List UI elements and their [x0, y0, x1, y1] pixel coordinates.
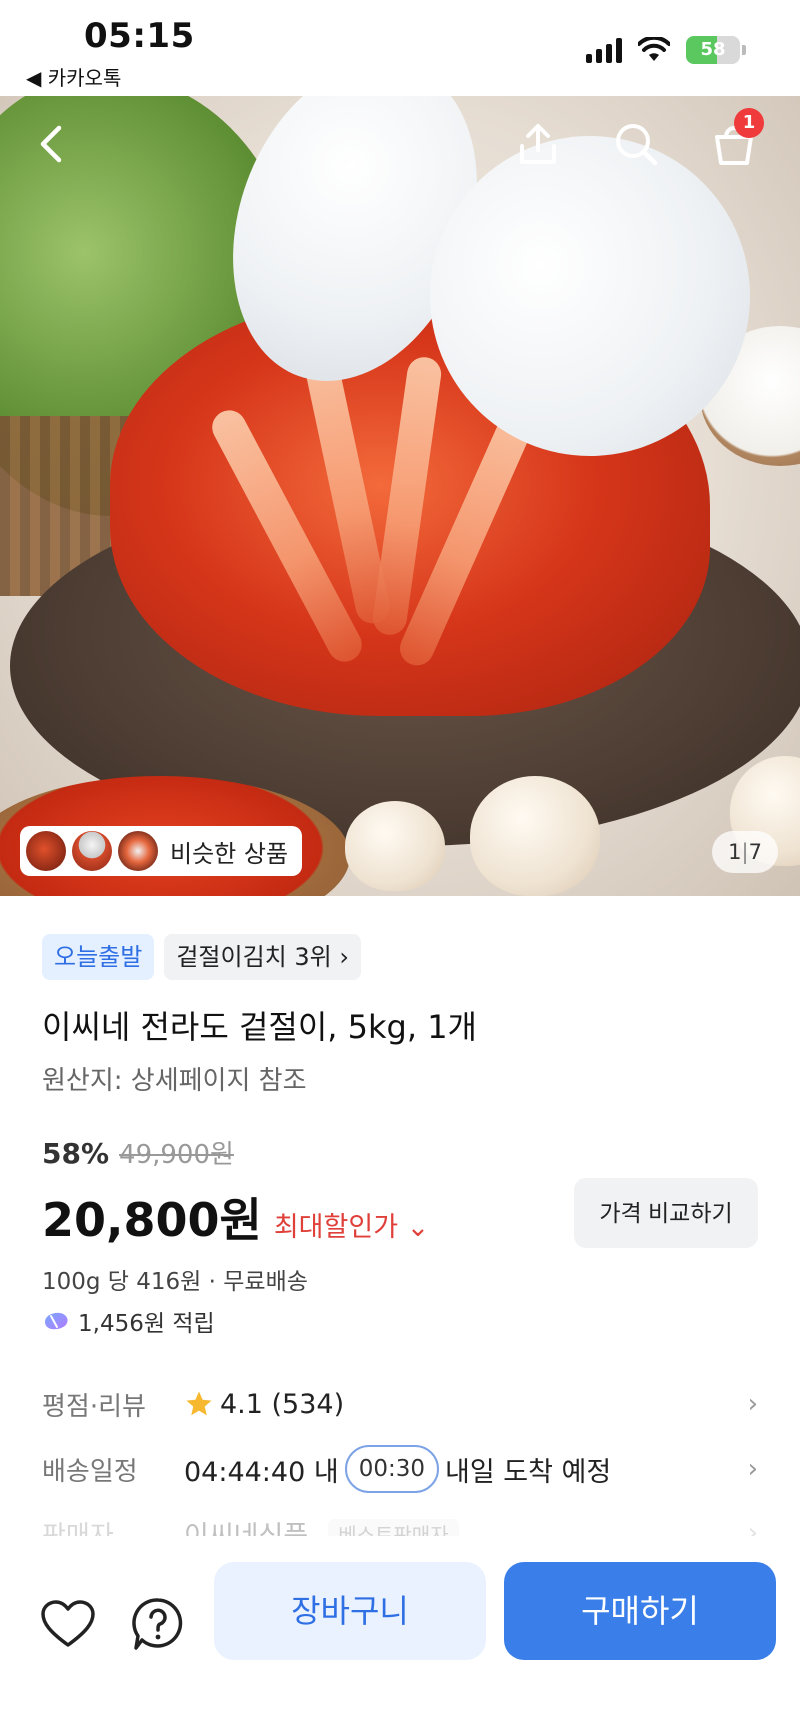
total-pages: 7: [748, 840, 762, 864]
similar-thumb: [72, 831, 112, 871]
battery-tip: [742, 45, 746, 55]
signal-icon: [586, 37, 622, 63]
discount-rate: 58%: [42, 1137, 110, 1170]
product-image[interactable]: 1 비슷한 상품 1|7: [0, 96, 800, 896]
garlic-illustration: [345, 801, 445, 891]
share-icon: [520, 124, 556, 164]
chevron-right-icon: ›: [747, 1389, 758, 1419]
page-separator: |: [741, 840, 749, 864]
cart-count-badge: 1: [734, 108, 764, 138]
rating-label: 평점·리뷰: [42, 1391, 146, 1422]
similar-products-label: 비슷한 상품: [170, 839, 289, 868]
share-button[interactable]: [510, 116, 566, 172]
original-price: 49,900원: [119, 1140, 234, 1170]
status-time: 05:15: [84, 16, 195, 56]
similar-thumb: [118, 831, 158, 871]
status-bar: 05:15 ◀ 카카오톡 58: [0, 0, 800, 96]
chevron-left-icon: [40, 125, 62, 163]
help-button[interactable]: [128, 1594, 188, 1654]
status-icons: 58: [586, 36, 746, 64]
points-icon: [45, 1312, 68, 1330]
product-origin: 원산지: 상세페이지 참조: [42, 1066, 307, 1096]
search-icon: [616, 124, 658, 166]
product-tags: 오늘출발 겉절이김치 3위 ›: [42, 934, 361, 980]
max-discount-dropdown[interactable]: 최대할인가 ⌄: [274, 1205, 429, 1244]
similar-products-button[interactable]: 비슷한 상품: [20, 826, 303, 876]
discount-row: 58% 49,900원: [42, 1134, 234, 1171]
ranking-tag[interactable]: 겉절이김치 3위 ›: [164, 934, 361, 980]
garlic-illustration: [470, 776, 600, 896]
sale-price: 20,800원: [42, 1193, 262, 1247]
bottom-action-bar: 장바구니 구매하기: [0, 1536, 800, 1731]
chevron-right-icon: ›: [747, 1454, 758, 1484]
compare-price-button[interactable]: 가격 비교하기: [574, 1178, 758, 1248]
similar-thumb: [26, 831, 66, 871]
cart-header-button[interactable]: 1: [706, 108, 764, 172]
back-to-app-link[interactable]: ◀ 카카오톡: [26, 62, 121, 91]
wifi-icon: [638, 37, 670, 63]
image-page-indicator: 1|7: [712, 831, 778, 873]
price-row: 20,800원 최대할인가 ⌄: [42, 1184, 429, 1250]
add-to-cart-button[interactable]: 장바구니: [214, 1562, 486, 1660]
battery-level: 58: [700, 39, 726, 60]
delivery-schedule-row[interactable]: 배송일정 04:44:40 내 00:30 내일 도착 예정 ›: [42, 1444, 758, 1494]
current-page: 1: [728, 840, 742, 864]
delivery-value-group: 04:44:40 내 00:30 내일 도착 예정: [184, 1445, 748, 1493]
rating-value: 4.1 (534): [220, 1388, 345, 1420]
delivery-arrival: 내일 도착 예정: [444, 1456, 612, 1488]
delivery-label: 배송일정: [42, 1456, 138, 1487]
back-button[interactable]: [24, 116, 80, 172]
today-shipping-tag: 오늘출발: [42, 934, 155, 980]
delivery-countdown: 04:44:40 내: [184, 1456, 339, 1488]
buy-now-button[interactable]: 구매하기: [504, 1562, 776, 1660]
battery-icon: 58: [686, 36, 740, 64]
rating-value-group: 4.1 (534): [184, 1389, 748, 1420]
points-text: 1,456원 적립: [78, 1311, 215, 1337]
product-title: 이씨네 전라도 겉절이, 5kg, 1개: [42, 1008, 477, 1046]
unit-price: 100g 당 416원 · 무료배송: [42, 1269, 308, 1295]
points-row: 1,456원 적립: [42, 1304, 215, 1338]
delivery-timer: 00:30: [344, 1445, 439, 1493]
question-icon: [132, 1598, 183, 1650]
search-button[interactable]: [608, 116, 664, 172]
heart-icon: [41, 1600, 95, 1647]
rating-review-row[interactable]: 평점·리뷰 4.1 (534) ›: [42, 1379, 758, 1429]
wishlist-button[interactable]: [38, 1594, 98, 1654]
star-icon: [186, 1391, 212, 1416]
